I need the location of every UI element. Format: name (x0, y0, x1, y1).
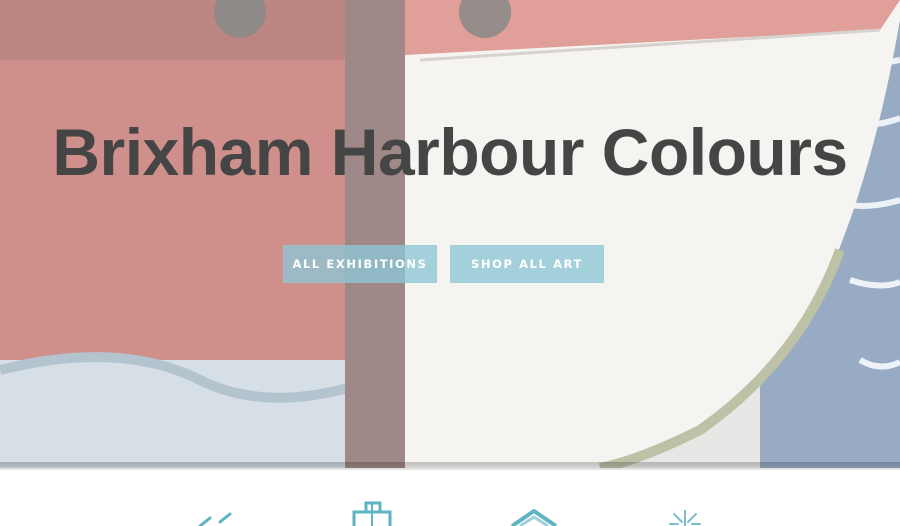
shop-all-art-button[interactable]: SHOP ALL ART (450, 245, 604, 283)
features-strip (0, 470, 900, 526)
easel-icon (198, 512, 232, 526)
home-icon (510, 509, 558, 526)
shopping-bag-icon (352, 501, 392, 526)
page-title: Brixham Harbour Colours (52, 115, 848, 189)
hero-overlay (0, 0, 900, 468)
sparkle-icon (669, 510, 701, 526)
hero-banner: Brixham Harbour Colours ALL EXHIBITIONS … (0, 0, 900, 468)
all-exhibitions-button[interactable]: ALL EXHIBITIONS (283, 245, 437, 283)
